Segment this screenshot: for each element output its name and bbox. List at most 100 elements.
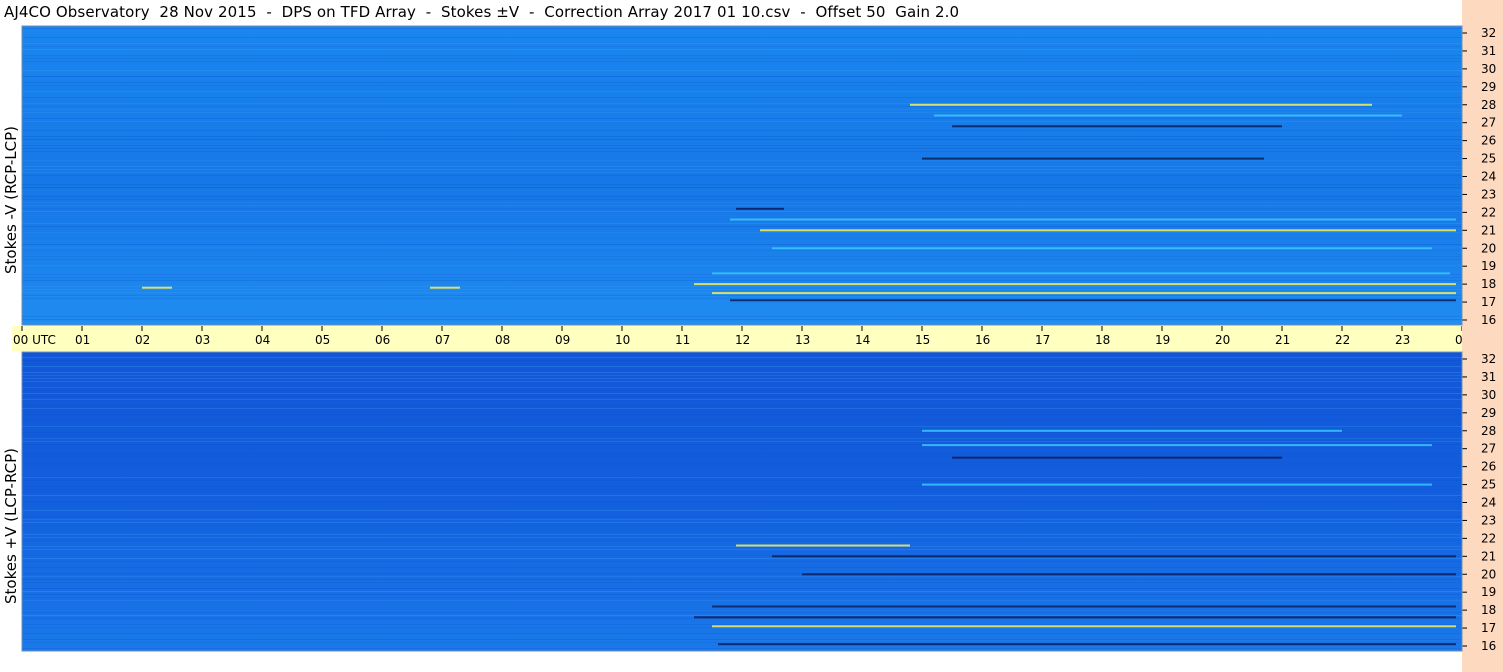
emission-band xyxy=(712,272,1450,275)
emission-band xyxy=(760,229,1456,232)
texture-line xyxy=(22,139,1462,140)
texture-line xyxy=(22,642,1462,643)
texture-line xyxy=(22,169,1462,170)
texture-line xyxy=(22,588,1462,589)
frequency-tick-label: 25 xyxy=(1481,152,1496,166)
texture-line xyxy=(22,256,1462,257)
texture-line xyxy=(22,420,1462,421)
texture-line xyxy=(22,61,1462,62)
texture-line xyxy=(22,441,1462,442)
texture-line xyxy=(22,372,1462,373)
texture-line xyxy=(22,516,1462,517)
texture-line xyxy=(22,540,1462,541)
texture-line xyxy=(22,265,1462,266)
texture-line xyxy=(22,399,1462,400)
frequency-tick-label: 29 xyxy=(1481,406,1496,420)
frequency-tick-label: 26 xyxy=(1481,460,1496,474)
time-tick-label: 18 xyxy=(1095,333,1110,347)
emission-band xyxy=(718,643,1456,646)
texture-line xyxy=(22,615,1462,616)
texture-line xyxy=(22,250,1462,251)
texture-line xyxy=(22,199,1462,200)
texture-line xyxy=(22,118,1462,119)
texture-line xyxy=(22,76,1462,77)
frequency-tick-label: 32 xyxy=(1481,26,1496,40)
texture-line xyxy=(22,322,1462,323)
texture-line xyxy=(22,46,1462,47)
time-tick-label: 13 xyxy=(795,333,810,347)
texture-line xyxy=(22,432,1462,433)
texture-line xyxy=(22,148,1462,149)
texture-line xyxy=(22,196,1462,197)
texture-line xyxy=(22,151,1462,152)
frequency-tick-label: 16 xyxy=(1481,639,1496,653)
texture-line xyxy=(22,43,1462,44)
time-tick-label: 12 xyxy=(735,333,750,347)
frequency-tick-label: 19 xyxy=(1481,585,1496,599)
frequency-tick-label: 31 xyxy=(1481,370,1496,384)
texture-line xyxy=(22,462,1462,463)
texture-line xyxy=(22,277,1462,278)
texture-line xyxy=(22,70,1462,71)
texture-line xyxy=(22,639,1462,640)
frequency-tick-label: 27 xyxy=(1481,442,1496,456)
emission-band xyxy=(712,605,1456,608)
texture-line xyxy=(22,408,1462,409)
texture-line xyxy=(22,453,1462,454)
texture-line xyxy=(22,480,1462,481)
texture-line xyxy=(22,378,1462,379)
texture-line xyxy=(22,534,1462,535)
texture-line xyxy=(22,366,1462,367)
texture-line xyxy=(22,519,1462,520)
time-tick-label: 20 xyxy=(1215,333,1230,347)
emission-band xyxy=(694,616,1456,619)
texture-line xyxy=(22,501,1462,502)
texture-line xyxy=(22,393,1462,394)
texture-line xyxy=(22,594,1462,595)
frequency-tick-label: 21 xyxy=(1481,549,1496,563)
time-tick-label: 11 xyxy=(675,333,690,347)
time-tick-label: 14 xyxy=(855,333,870,347)
emission-band xyxy=(430,286,460,289)
time-tick-label: 02 xyxy=(135,333,150,347)
texture-line xyxy=(22,558,1462,559)
frequency-tick-label: 20 xyxy=(1481,567,1496,581)
frequency-tick-label: 21 xyxy=(1481,223,1496,237)
texture-line xyxy=(22,633,1462,634)
texture-line xyxy=(22,106,1462,107)
texture-line xyxy=(22,405,1462,406)
frequency-tick-label: 17 xyxy=(1481,295,1496,309)
texture-line xyxy=(22,232,1462,233)
texture-line xyxy=(22,522,1462,523)
frequency-tick-label: 18 xyxy=(1481,277,1496,291)
emission-band xyxy=(934,114,1402,117)
texture-line xyxy=(22,624,1462,625)
emission-band xyxy=(772,555,1456,558)
frequency-tick-label: 27 xyxy=(1481,116,1496,130)
time-tick-label: 01 xyxy=(75,333,90,347)
texture-line xyxy=(22,28,1462,29)
texture-line xyxy=(22,579,1462,580)
texture-line xyxy=(22,525,1462,526)
texture-line xyxy=(22,82,1462,83)
texture-line xyxy=(22,316,1462,317)
texture-line xyxy=(22,648,1462,649)
texture-line xyxy=(22,357,1462,358)
texture-line xyxy=(22,465,1462,466)
time-tick-label: 00 UTC xyxy=(13,333,56,347)
frequency-tick-label: 17 xyxy=(1481,621,1496,635)
frequency-tick-label: 22 xyxy=(1481,531,1496,545)
emission-band xyxy=(736,544,910,547)
time-tick-label: 19 xyxy=(1155,333,1170,347)
time-tick-label: 10 xyxy=(615,333,630,347)
frequency-tick-label: 20 xyxy=(1481,241,1496,255)
texture-line xyxy=(22,360,1462,361)
texture-line xyxy=(22,160,1462,161)
texture-line xyxy=(22,390,1462,391)
texture-line xyxy=(22,286,1462,287)
emission-band xyxy=(772,247,1432,250)
frequency-tick-label: 24 xyxy=(1481,170,1496,184)
texture-line xyxy=(22,489,1462,490)
texture-line xyxy=(22,190,1462,191)
emission-band xyxy=(922,444,1432,447)
